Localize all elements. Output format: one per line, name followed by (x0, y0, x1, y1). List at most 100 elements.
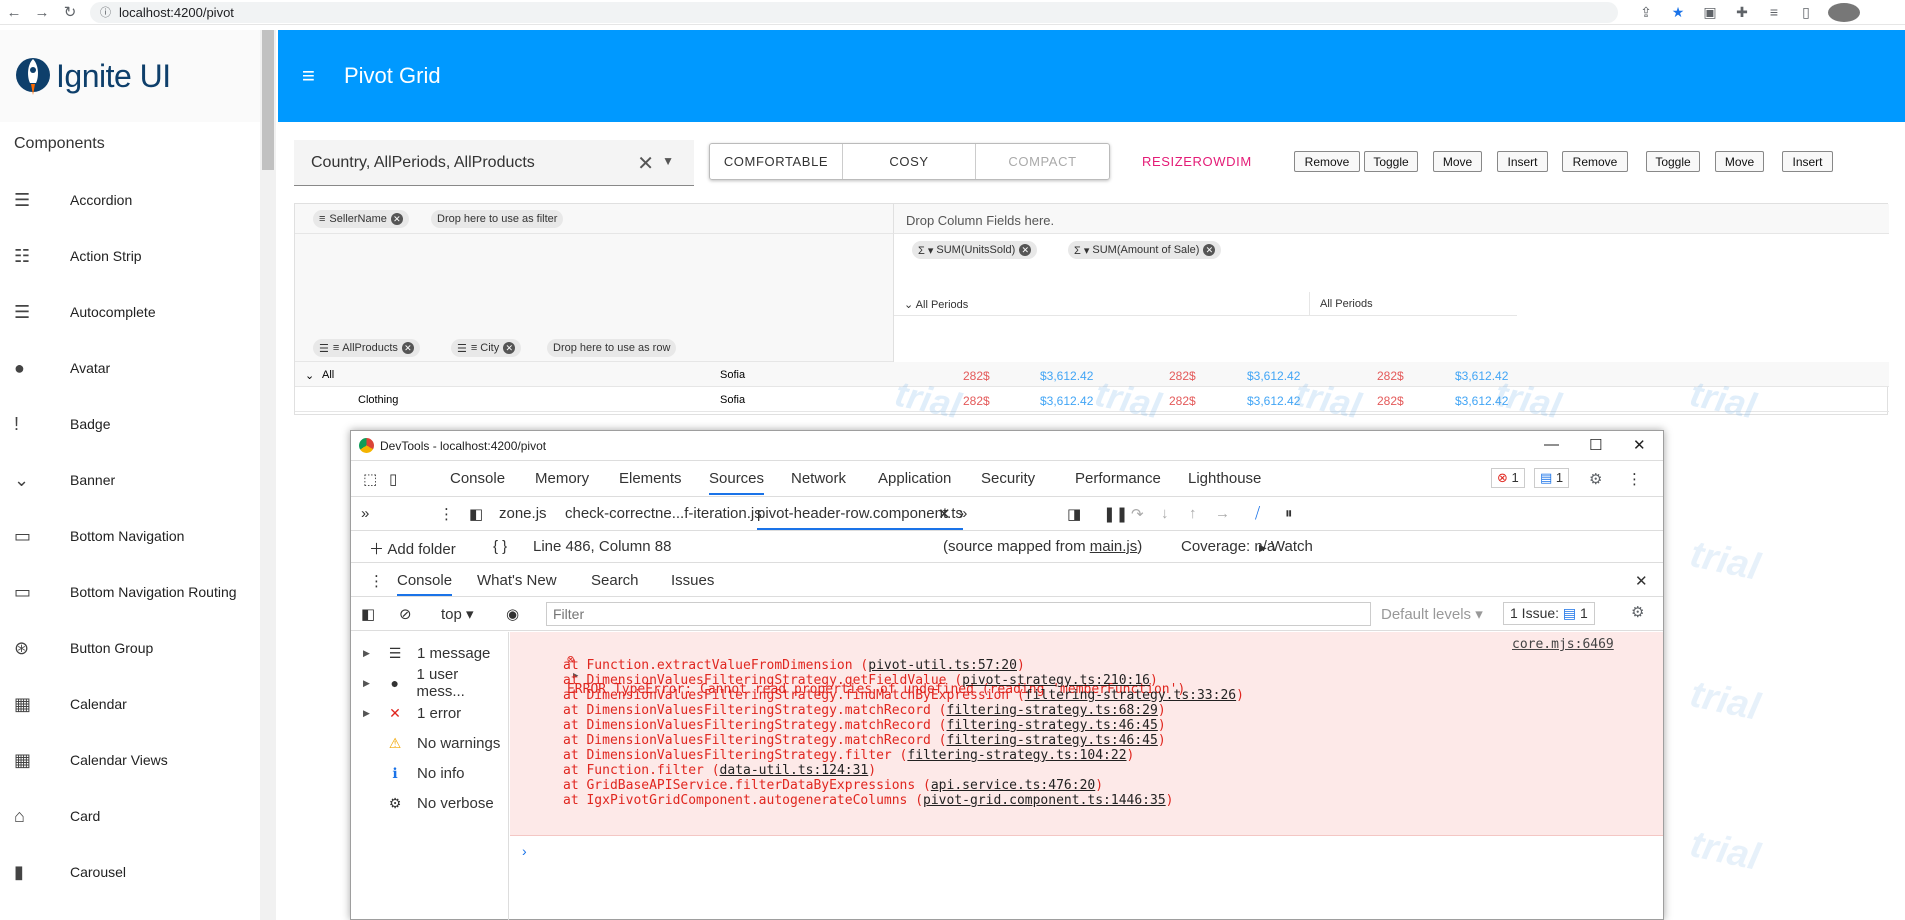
density-cosy-button[interactable]: COSY (843, 144, 976, 179)
message-category[interactable]: ▶ ☰ 1 message (351, 638, 509, 668)
sidebar-item[interactable]: ☷ Action Strip (0, 228, 260, 284)
more-panes-icon[interactable]: » (361, 505, 369, 522)
filter-drop-zone[interactable]: Drop here to use as filter (431, 210, 564, 228)
stack-source-link[interactable]: pivot-strategy.ts:210:16 (962, 673, 1150, 688)
sidebar-item[interactable]: ▦ Calendar (0, 676, 260, 732)
remove-button-2[interactable]: Remove (1562, 151, 1628, 172)
remove-chip-icon[interactable]: ✕ (1019, 244, 1032, 256)
device-toggle-icon[interactable]: ▯ (389, 470, 397, 488)
profile-avatar[interactable] (1828, 2, 1860, 22)
more-vertical-icon[interactable]: ⋮ (369, 572, 384, 590)
deactivate-breakpoints-icon[interactable]: ⧸ (1255, 505, 1260, 522)
stack-source-link[interactable]: filtering-strategy.ts:68:29 (947, 703, 1158, 718)
remove-chip-icon[interactable]: ✕ (401, 342, 414, 354)
pause-exceptions-icon[interactable]: ⏸ (1285, 505, 1293, 522)
tab-console[interactable]: Console (450, 470, 505, 487)
row-chip-allproducts[interactable]: ☰ ≡ AllProducts ✕ (313, 339, 420, 357)
maximize-icon[interactable]: ☐ (1589, 436, 1602, 454)
toggle-button[interactable]: Toggle (1364, 151, 1418, 172)
minimize-icon[interactable]: — (1544, 436, 1559, 453)
close-drawer-icon[interactable]: ✕ (1635, 572, 1648, 590)
expand-icon[interactable]: ▶ (351, 708, 370, 719)
close-tab-icon[interactable]: ✕ (938, 505, 951, 523)
address-bar[interactable]: ⓘ localhost:4200/pivot (90, 1, 1618, 23)
insert-button[interactable]: Insert (1497, 151, 1548, 172)
file-tab-check[interactable]: check-correctne...f-iteration.js (565, 505, 762, 522)
dimension-combo[interactable]: Country, AllPeriods, AllProducts ✕ ▼ (294, 140, 694, 186)
source-file-link[interactable]: main.js (1090, 538, 1138, 555)
more-vertical-icon[interactable]: ⋮ (1627, 470, 1642, 488)
toggle-button-2[interactable]: Toggle (1646, 151, 1700, 172)
density-compact-button[interactable]: COMPACT (976, 144, 1109, 179)
issue-counter[interactable]: ▤ 1 (1534, 468, 1570, 488)
toggle-navigator-icon[interactable]: ◧ (469, 505, 483, 523)
move-button-2[interactable]: Move (1715, 151, 1764, 172)
sidebar-item[interactable]: ▭ Bottom Navigation (0, 508, 260, 564)
drawer-tab-issues[interactable]: Issues (671, 572, 714, 589)
info-icon[interactable]: ⓘ (100, 4, 111, 20)
remove-chip-icon[interactable]: ✕ (1203, 244, 1216, 256)
tab-performance[interactable]: Performance (1075, 470, 1161, 487)
remove-button[interactable]: Remove (1294, 151, 1360, 172)
chevron-down-icon[interactable]: ⌄ (904, 299, 913, 311)
inspect-icon[interactable]: ⬚ (363, 470, 377, 488)
close-icon[interactable]: ✕ (1633, 436, 1646, 454)
stack-source-link[interactable]: filtering-strategy.ts:46:45 (947, 718, 1158, 733)
share-icon[interactable]: ⇪ (1630, 4, 1662, 21)
tab-security[interactable]: Security (981, 470, 1035, 487)
error-counter[interactable]: ⊗ 1 (1491, 468, 1525, 488)
add-folder-button[interactable]: ＋ Add folder (369, 538, 456, 559)
tab-sources[interactable]: Sources (709, 470, 765, 495)
console-prompt[interactable]: › (510, 843, 527, 859)
message-category[interactable]: ⚠ No warnings (351, 728, 509, 758)
log-levels-dropdown[interactable]: Default levels ▾ (1381, 605, 1483, 623)
more-tabs-icon[interactable]: » (959, 505, 967, 522)
expand-icon[interactable]: ▶ (351, 678, 370, 689)
stack-source-link[interactable]: filtering-strategy.ts:46:45 (947, 733, 1158, 748)
stack-source-link[interactable]: filtering-strategy.ts:33:26 (1025, 688, 1236, 703)
watch-section[interactable]: ▶ Watch (1259, 538, 1313, 555)
sidebar-item[interactable]: ▦ Calendar Views (0, 732, 260, 788)
pause-icon[interactable]: ❚❚ (1103, 505, 1128, 523)
extension-icon[interactable]: ▣ (1694, 4, 1726, 21)
row-drop-zone[interactable]: Drop here to use as row (547, 339, 677, 357)
issues-button[interactable]: 1 Issue: ▤ 1 (1503, 602, 1595, 625)
console-settings-icon[interactable]: ⚙ (1631, 603, 1644, 621)
file-tab-pivot-header[interactable]: pivot-header-row.component.ts (757, 505, 963, 530)
density-comfortable-button[interactable]: COMFORTABLE (710, 144, 843, 179)
sidebar-item[interactable]: ▭ Bottom Navigation Routing (0, 564, 260, 620)
value-chip-amount[interactable]: Σ ▾ SUM(Amount of Sale) ✕ (1068, 241, 1222, 259)
reload-icon[interactable]: ↻ (56, 3, 84, 21)
clear-console-icon[interactable]: ⊘ (399, 605, 412, 623)
playlist-icon[interactable]: ≡ (1758, 4, 1790, 20)
stack-source-link[interactable]: data-util.ts:124:31 (720, 763, 869, 778)
period-header[interactable]: ⌄ All Periods (894, 292, 1309, 316)
toggle-debugger-icon[interactable]: ◨ (1067, 505, 1081, 523)
menu-icon[interactable]: ≡ (302, 63, 344, 89)
stack-source-link[interactable]: filtering-strategy.ts:104:22 (907, 748, 1126, 763)
message-category[interactable]: ▶ ✕ 1 error (351, 698, 509, 728)
resize-row-dim-button[interactable]: RESIZEROWDIM (1142, 154, 1252, 169)
column-drop-zone[interactable]: Drop Column Fields here. (893, 204, 1889, 234)
message-category[interactable]: ⚙ No verbose (351, 788, 509, 818)
sidepanel-icon[interactable]: ▯ (1790, 4, 1822, 21)
sidebar-item[interactable]: ! Badge (0, 396, 260, 452)
message-category[interactable]: ▶ ● 1 user mess... (351, 666, 509, 700)
stack-source-link[interactable]: pivot-util.ts:57:20 (868, 658, 1017, 673)
filter-chip-sellername[interactable]: ≡ SellerName ✕ (313, 210, 409, 228)
sidebar-item[interactable]: ● Avatar (0, 340, 260, 396)
tab-memory[interactable]: Memory (535, 470, 589, 487)
remove-chip-icon[interactable]: ✕ (503, 342, 516, 354)
step-out-icon[interactable]: ↑ (1189, 505, 1197, 522)
value-chip-unitssold[interactable]: Σ ▾ SUM(UnitsSold) ✕ (912, 241, 1038, 259)
tab-elements[interactable]: Elements (619, 470, 682, 487)
drawer-tab-whats-new[interactable]: What's New (477, 572, 557, 589)
tab-network[interactable]: Network (791, 470, 846, 487)
sidebar-item[interactable]: ▮ Carousel (0, 844, 260, 900)
chevron-down-icon[interactable]: ⌄ (305, 369, 314, 382)
clear-icon[interactable]: ✕ (637, 151, 654, 176)
sidebar-item[interactable]: ⌂ Card (0, 788, 260, 844)
sidebar-item[interactable]: ⌄ Banner (0, 452, 260, 508)
more-vertical-icon[interactable]: ⋮ (439, 505, 454, 523)
error-source-link[interactable]: core.mjs:6469 (1512, 637, 1614, 655)
